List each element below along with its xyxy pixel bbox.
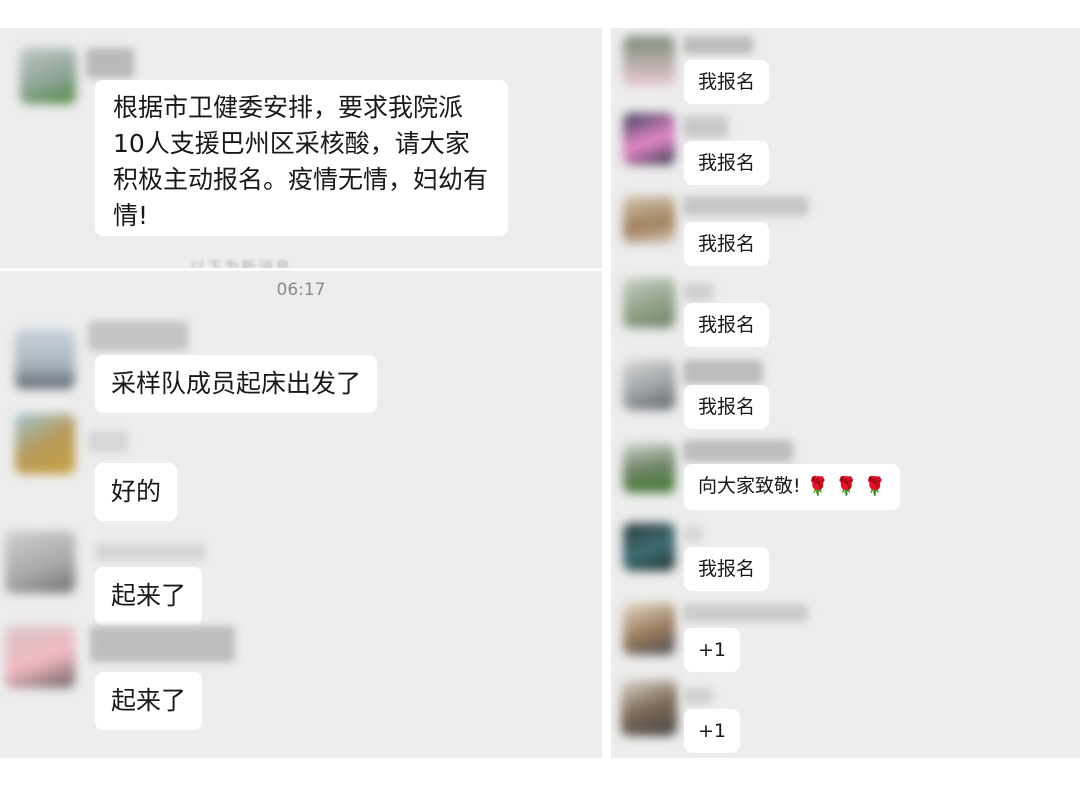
avatar[interactable]: [20, 48, 76, 104]
sender-name: [683, 604, 808, 622]
chat-message[interactable]: 我报名: [684, 303, 770, 347]
chat-message[interactable]: 采样队成员起床出发了: [95, 355, 378, 413]
sender-name: [683, 283, 713, 301]
avatar[interactable]: [15, 329, 75, 389]
chat-message[interactable]: 向大家致敬! 🌹 🌹 🌹: [684, 464, 900, 510]
sender-name: [683, 360, 763, 384]
sender-name: [683, 526, 703, 542]
chat-message[interactable]: 我报名: [684, 547, 770, 591]
sender-name: [683, 196, 808, 216]
chat-message[interactable]: 我报名: [684, 222, 770, 266]
sender-name: [683, 440, 793, 462]
chat-message[interactable]: 我报名: [684, 141, 770, 185]
rose-icon: 🌹: [863, 476, 886, 497]
rose-icon: 🌹: [835, 476, 858, 497]
sender-name: [683, 688, 713, 704]
chat-message[interactable]: 起来了: [95, 672, 203, 730]
chat-screenshot-bottom: 06:17 采样队成员起床出发了 好的 起来了 起来了: [0, 271, 602, 758]
avatar[interactable]: [623, 196, 675, 244]
chat-message[interactable]: 我报名: [684, 60, 770, 104]
sender-name: [86, 48, 134, 78]
sender-name: [88, 321, 188, 351]
avatar[interactable]: [621, 680, 677, 736]
avatar[interactable]: [623, 36, 675, 86]
avatar[interactable]: [5, 531, 75, 593]
avatar[interactable]: [623, 360, 675, 410]
avatar[interactable]: [623, 278, 675, 328]
chat-screenshot-right: 我报名 我报名 我报名 我报名 我报名 向大家致敬! 🌹 🌹 🌹 我报名 +1 +1: [611, 28, 1080, 758]
chat-message[interactable]: 起来了: [95, 567, 203, 625]
chat-screenshot-top: 根据市卫健委安排，要求我院派10人支援巴州区采核酸，请大家积极主动报名。疫情无情…: [0, 28, 602, 268]
announcement-message[interactable]: 根据市卫健委安排，要求我院派10人支援巴州区采核酸，请大家积极主动报名。疫情无情…: [95, 80, 508, 236]
chat-message[interactable]: 我报名: [684, 385, 770, 429]
chat-message-text: 向大家致敬!: [698, 475, 801, 497]
avatar[interactable]: [623, 603, 675, 655]
sender-name: [683, 116, 728, 138]
sender-name: [683, 36, 753, 54]
sender-name: [88, 431, 128, 453]
avatar[interactable]: [623, 443, 675, 493]
avatar[interactable]: [623, 113, 675, 165]
chat-message[interactable]: 好的: [95, 463, 178, 521]
rose-icon: 🌹: [806, 476, 830, 497]
sender-name: [90, 626, 235, 662]
avatar[interactable]: [5, 626, 75, 688]
avatar[interactable]: [15, 414, 75, 474]
cutoff-divider-text: 以下为新消息: [190, 258, 293, 268]
sender-name: [95, 543, 205, 561]
chat-message[interactable]: +1: [684, 709, 741, 753]
avatar[interactable]: [623, 523, 675, 571]
chat-message[interactable]: +1: [684, 628, 741, 672]
message-timestamp: 06:17: [276, 280, 326, 300]
